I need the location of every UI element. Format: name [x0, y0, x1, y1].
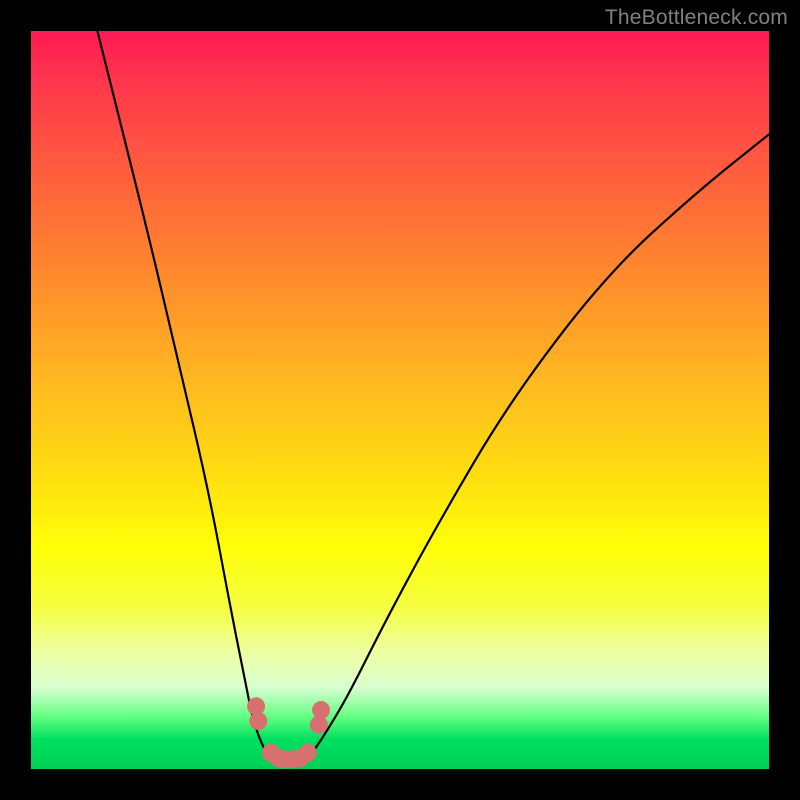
bottleneck-curve [97, 31, 769, 762]
chart-svg [31, 31, 769, 769]
watermark-text: TheBottleneck.com [605, 6, 788, 30]
data-marker [249, 712, 267, 730]
curve-group [97, 31, 769, 762]
marker-group [247, 697, 330, 768]
chart-plot-area [31, 31, 769, 769]
data-marker [312, 701, 330, 719]
data-marker [299, 744, 317, 762]
